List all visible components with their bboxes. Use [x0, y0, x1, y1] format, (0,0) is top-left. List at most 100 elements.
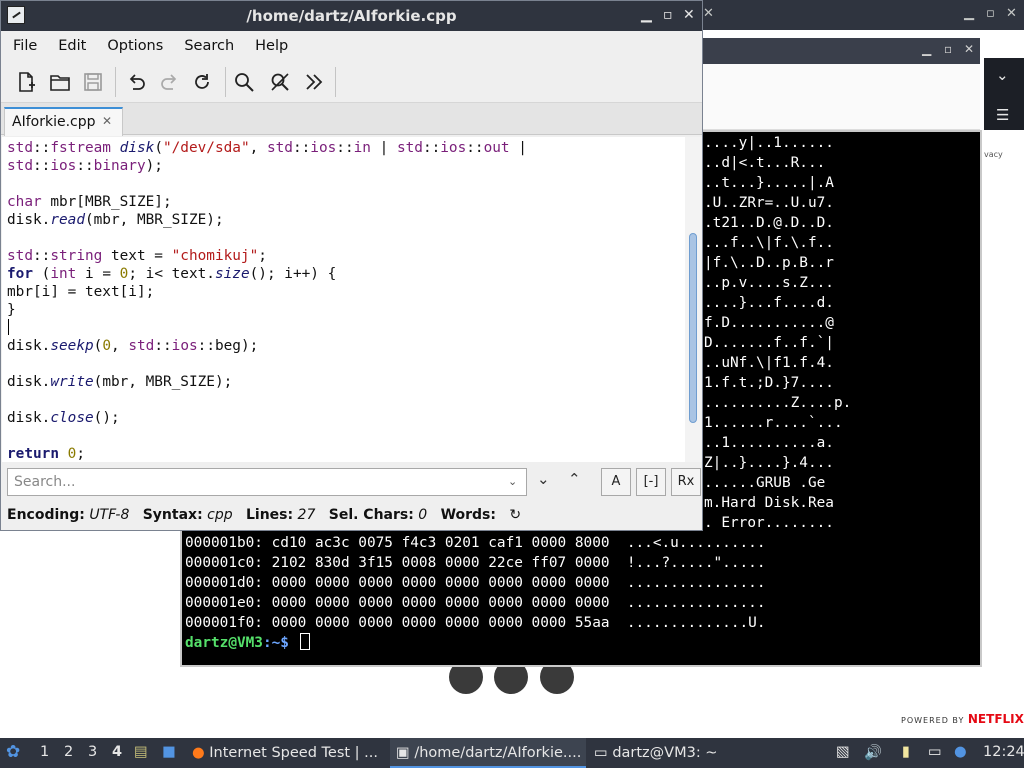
task-browser-label: Internet Speed Test | ... — [209, 745, 378, 761]
hexdump-ascii-row: ......GRUB .Ge — [704, 475, 826, 491]
close-icon[interactable]: ✕ — [1006, 6, 1017, 21]
hexdump-ascii-row: 1......r....`... — [704, 415, 843, 431]
powered-by-label: POWERED BY — [901, 716, 965, 725]
screen-icon[interactable]: ▧ — [836, 744, 850, 760]
volume-icon[interactable]: 🔊 — [864, 744, 882, 761]
terminal-icon: ▭ — [594, 745, 608, 761]
workspace-4[interactable]: 4 — [112, 744, 122, 760]
code-line: mbr[i] = text[i]; — [7, 284, 155, 300]
menu-options[interactable]: Options — [107, 38, 163, 54]
hamburger-menu-icon[interactable]: ☰ — [996, 106, 1009, 124]
menubar: File Edit Options Search Help — [1, 31, 702, 61]
tab-close-icon[interactable]: ✕ — [102, 114, 112, 128]
workspace-1[interactable]: 1 — [40, 744, 49, 760]
show-desktop-icon[interactable]: ■ — [162, 744, 176, 760]
code-line: char mbr[MBR_SIZE]; — [7, 194, 172, 210]
hexdump-ascii-row: ..uNf.\|f1.f.4. — [704, 355, 834, 371]
scrollbar-thumb[interactable] — [689, 233, 697, 423]
hexdump-ascii-row: 1.f.t.;D.}7.... — [704, 375, 834, 391]
encoding-label: Encoding: — [7, 507, 85, 523]
hexdump-ascii-row: f.D...........@ — [704, 315, 834, 331]
toolbar-separator — [335, 67, 336, 97]
hexdump-ascii-row: Z|..}....}.4... — [704, 455, 834, 471]
code-line: for (int i = 0; i< text.size(); i++) { — [7, 266, 337, 282]
task-editor-label: /home/dartz/AIforkie.... — [414, 745, 582, 761]
task-editor[interactable]: ▣ /home/dartz/AIforkie.... — [390, 738, 586, 768]
save-icon[interactable] — [82, 71, 104, 93]
hexdump-row: 000001b0: cd10 ac3c 0075 f4c3 0201 caf1 … — [185, 535, 766, 551]
refresh-word-count-icon[interactable]: ↻ — [509, 507, 521, 523]
whole-word-button[interactable]: [-] — [636, 468, 666, 496]
maximize-icon[interactable]: ▫ — [944, 42, 952, 56]
match-case-button[interactable]: A — [601, 468, 631, 496]
hexdump-ascii-row: m.Hard Disk.Rea — [704, 495, 834, 511]
regex-button[interactable]: Rx — [671, 468, 701, 496]
menu-help[interactable]: Help — [255, 38, 288, 54]
menu-edit[interactable]: Edit — [58, 38, 86, 54]
code-line: disk.write(mbr, MBR_SIZE); — [7, 374, 233, 390]
hexdump-ascii-row: .t21..D.@.D..D. — [704, 215, 834, 231]
chevron-down-icon[interactable]: ⌄ — [996, 66, 1009, 84]
task-terminal-label: dartz@VM3: ~ — [612, 745, 718, 761]
menu-search[interactable]: Search — [184, 38, 234, 54]
find-next-icon[interactable]: ⌄ — [537, 470, 550, 488]
clock[interactable]: 12:24 — [983, 744, 1024, 760]
undo-icon[interactable] — [125, 71, 147, 93]
toolbar-separator — [225, 67, 226, 97]
workspace-2[interactable]: 2 — [64, 744, 73, 760]
chevron-down-icon[interactable]: ⌄ — [508, 475, 517, 488]
desktop: ✕ ▁ ▫ ✕ ▁ ▫ ✕ ⌄ ☰ vacy POWERED BY NETFLI… — [0, 0, 1024, 768]
encoding-value: UTF-8 — [89, 507, 130, 523]
toolbar-separator — [115, 67, 116, 97]
reload-icon[interactable] — [191, 71, 213, 93]
updates-icon[interactable]: ● — [954, 744, 967, 760]
hexdump-row: 000001d0: 0000 0000 0000 0000 0000 0000 … — [185, 575, 766, 591]
maximize-icon[interactable]: ▫ — [986, 6, 995, 21]
sel-chars-value: 0 — [418, 507, 428, 523]
lines-value: 27 — [297, 507, 316, 523]
hexdump-ascii-row: ....}...f....d. — [704, 295, 834, 311]
code-line: std::fstream disk("/dev/sda", std::ios::… — [7, 140, 527, 156]
hexdump-row: 000001e0: 0000 0000 0000 0000 0000 0000 … — [185, 595, 766, 611]
terminal-prompt[interactable]: dartz@VM3:~$ — [185, 633, 310, 653]
minimize-icon[interactable]: ▁ — [922, 42, 931, 56]
maximize-icon[interactable]: ▫ — [663, 7, 673, 23]
background-browser-page — [700, 64, 980, 130]
menu-file[interactable]: File — [13, 38, 37, 54]
vertical-scrollbar[interactable] — [685, 137, 702, 462]
code-line: disk.close(); — [7, 410, 120, 426]
minimize-icon[interactable]: ▁ — [641, 7, 652, 23]
close-icon[interactable]: ✕ — [683, 7, 695, 23]
close-icon[interactable]: ✕ — [964, 42, 974, 56]
find-replace-icon[interactable] — [269, 71, 291, 93]
find-icon[interactable] — [233, 71, 255, 93]
tab-aiforkie-cpp[interactable]: AIforkie.cpp ✕ — [4, 107, 123, 136]
start-menu-icon[interactable]: ✿ — [6, 742, 20, 762]
task-terminal[interactable]: ▭ dartz@VM3: ~ — [594, 738, 734, 768]
workspace-3[interactable]: 3 — [88, 744, 97, 760]
privacy-link[interactable]: vacy — [984, 150, 1003, 159]
redo-icon[interactable] — [159, 71, 181, 93]
minimize-icon[interactable]: ▁ — [964, 6, 974, 21]
editor-titlebar[interactable]: /home/dartz/AIforkie.cpp ▁ ▫ ✕ — [1, 1, 702, 31]
hexdump-ascii-row: D.......f..f.`| — [704, 335, 834, 351]
syntax-label: Syntax: — [142, 507, 203, 523]
jump-to-line-icon[interactable] — [303, 71, 325, 93]
file-manager-icon[interactable]: ▤ — [134, 744, 148, 760]
open-folder-icon[interactable] — [49, 71, 71, 93]
hexdump-row: 000001c0: 2102 830d 3f15 0008 0000 22ce … — [185, 555, 766, 571]
network-icon[interactable]: ▭ — [928, 744, 942, 760]
clipboard-icon[interactable]: ▮ — [902, 744, 910, 760]
words-label: Words: — [440, 507, 496, 523]
netflix-logo-text: NETFLIX — [967, 712, 1024, 726]
new-file-icon[interactable] — [15, 71, 37, 93]
close-icon[interactable]: ✕ — [703, 6, 714, 21]
find-previous-icon[interactable]: ⌃ — [568, 470, 581, 488]
tab-bar: AIforkie.cpp ✕ — [1, 103, 702, 136]
code-editor[interactable]: std::fstream disk("/dev/sda", std::ios::… — [2, 137, 685, 462]
task-browser[interactable]: ● Internet Speed Test | ... — [192, 738, 384, 768]
search-input[interactable] — [7, 468, 527, 496]
hexdump-ascii-row: ..1..........a. — [704, 435, 834, 451]
powered-by-netflix: POWERED BY NETFLIX — [901, 712, 1024, 726]
lines-label: Lines: — [245, 507, 294, 523]
